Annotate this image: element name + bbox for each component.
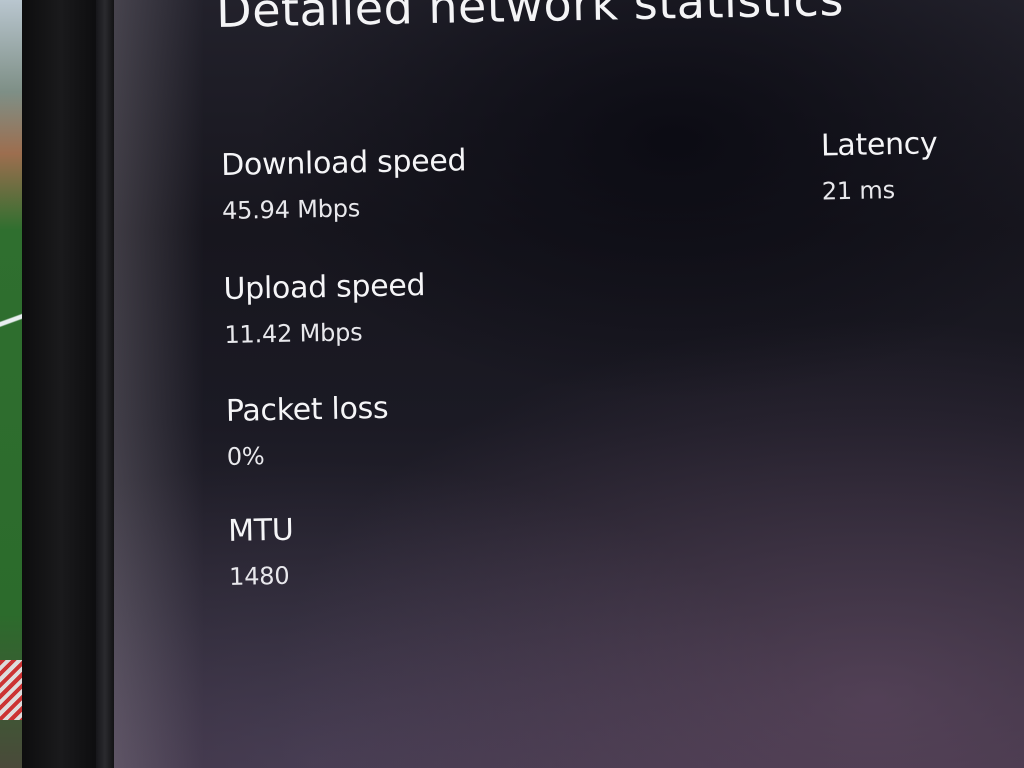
photo-frame: Detailed network statistics Download spe… — [0, 0, 1024, 768]
stat-value: 21 ms — [821, 176, 896, 206]
stat-label: Latency — [820, 126, 938, 164]
stat-value: 0% — [226, 442, 265, 471]
stat-upload-speed: Upload speed 11.42 Mbps — [223, 268, 426, 349]
stat-value: 1480 — [228, 561, 290, 591]
stat-label: Packet loss — [225, 390, 389, 429]
stat-label: Download speed — [220, 143, 467, 183]
stat-latency: Latency 21 ms — [821, 126, 939, 205]
page-title: Detailed network statistics — [215, 0, 845, 39]
stat-packet-loss: Packet loss 0% — [226, 391, 390, 471]
stat-label: MTU — [227, 512, 294, 549]
stat-value: 45.94 Mbps — [221, 194, 361, 225]
screen: Detailed network statistics Download spe… — [114, 0, 1024, 768]
stat-value: 11.42 Mbps — [224, 318, 363, 349]
stat-download-speed: Download speed 45.94 Mbps — [221, 143, 468, 225]
stat-mtu: MTU 1480 — [228, 513, 295, 591]
stat-label: Upload speed — [223, 268, 426, 307]
monitor-bezel-edge — [96, 0, 114, 768]
network-stats-page: Detailed network statistics Download spe… — [114, 0, 1024, 768]
